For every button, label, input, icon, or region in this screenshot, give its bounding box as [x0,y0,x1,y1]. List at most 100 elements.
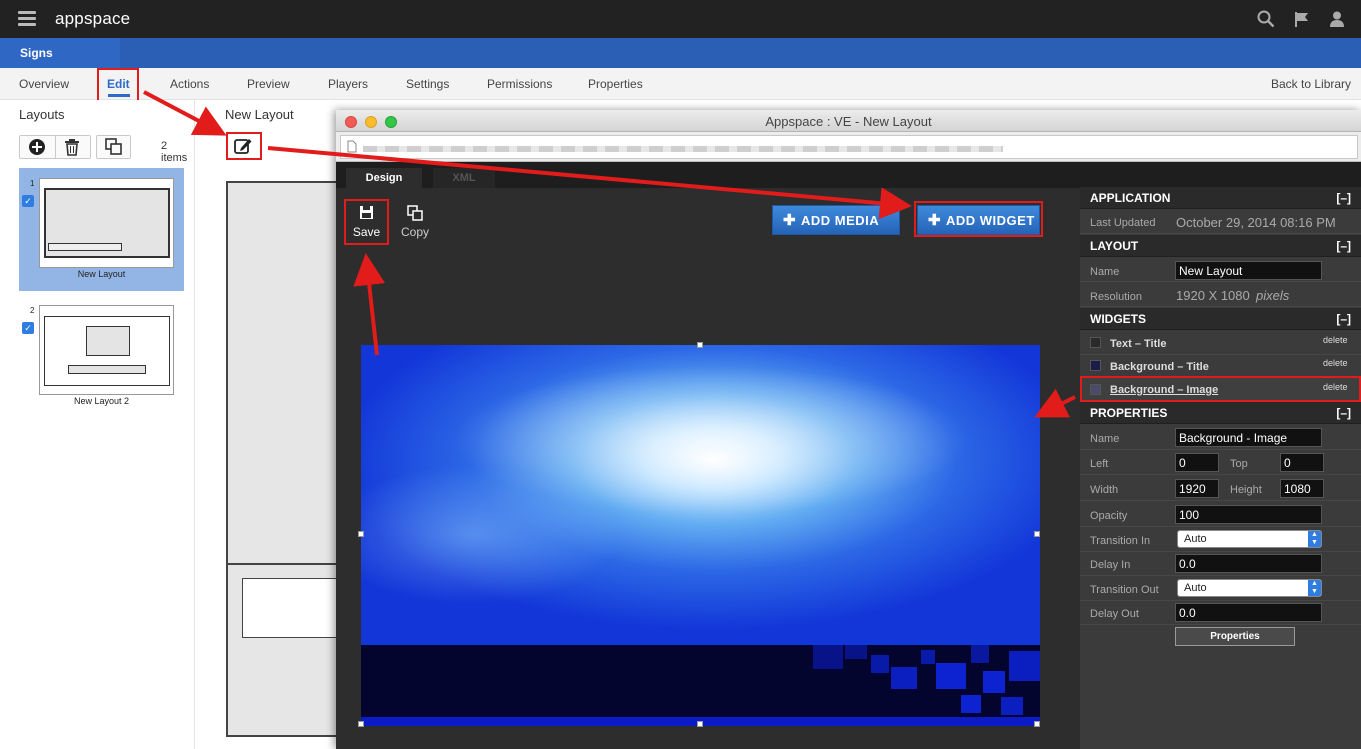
search-icon[interactable] [1257,10,1275,28]
items-count: 2 items [161,140,188,164]
collapse-toggle[interactable]: [–] [1336,239,1351,253]
trash-icon[interactable] [64,138,80,156]
tab-players[interactable]: Players [328,77,368,91]
tab-preview[interactable]: Preview [247,77,290,91]
copy-button[interactable]: Copy [396,201,434,243]
back-to-library-link[interactable]: Back to Library [1271,77,1351,91]
opacity-label: Opacity [1090,510,1128,522]
width-field[interactable]: 1920 [1175,479,1219,498]
widget-row[interactable]: Text – Title delete [1080,332,1361,355]
url-field[interactable] [340,135,1358,159]
delay-in-field[interactable]: 0.0 [1175,554,1322,573]
width-label: Width [1090,484,1119,496]
transition-in-label: Transition In [1090,535,1151,547]
transition-out-label: Transition Out [1090,584,1159,596]
prop-name-label: Name [1090,433,1120,445]
tab-xml[interactable]: XML [433,168,495,188]
left-label: Left [1090,458,1109,470]
add-widget-button[interactable]: ✚ ADD WIDGET [917,205,1040,235]
edit-highlight-box [97,68,139,104]
application-section-header[interactable]: APPLICATION [–] [1080,187,1361,209]
section-bar: Signs [0,38,1361,68]
close-window-button[interactable] [345,116,357,128]
delete-widget-link[interactable]: delete [1323,382,1348,392]
layout-thumbnail[interactable] [39,178,174,268]
add-media-button[interactable]: ✚ ADD MEDIA [772,205,900,235]
delay-out-label: Delay Out [1090,608,1139,620]
prop-name-field[interactable]: Background - Image [1175,428,1322,447]
select-arrows-icon: ▲ ▼ [1308,580,1321,596]
top-field[interactable]: 0 [1280,453,1324,472]
top-label: Top [1230,458,1248,470]
signs-tab[interactable]: Signs [0,38,120,68]
properties-button[interactable]: Properties [1175,627,1295,646]
tab-permissions[interactable]: Permissions [487,77,552,91]
flag-icon[interactable] [1293,10,1311,28]
delay-in-label: Delay In [1090,559,1131,571]
transition-in-select[interactable]: Auto ▲ ▼ [1177,530,1322,548]
widgets-section-header[interactable]: WIDGETS [–] [1080,308,1361,330]
hamburger-menu-icon[interactable] [18,11,36,27]
layout-index: 1 [30,179,35,188]
layout-title: New Layout [225,107,294,122]
add-layout-icon[interactable] [28,138,46,156]
layout-section-header[interactable]: LAYOUT [–] [1080,235,1361,257]
blurred-url [363,146,1003,152]
tab-settings[interactable]: Settings [406,77,449,91]
collapse-toggle[interactable]: [–] [1336,191,1351,205]
edit-icon[interactable] [234,137,253,155]
collapse-toggle[interactable]: [–] [1336,406,1351,420]
minimize-window-button[interactable] [365,116,377,128]
resize-handle[interactable] [1034,721,1040,727]
nav-tabs: Overview Edit Actions Preview Players Se… [0,68,1361,104]
resize-handle[interactable] [1034,531,1040,537]
delete-widget-link[interactable]: delete [1323,358,1348,368]
widget-name[interactable]: Background – Image [1110,384,1218,396]
height-field[interactable]: 1080 [1280,479,1324,498]
layout-checkbox[interactable]: ✓ [22,195,34,207]
widget-row[interactable]: Background – Title delete [1080,355,1361,378]
layout-thumbnail[interactable] [39,305,174,395]
tab-actions[interactable]: Actions [170,77,209,91]
copy-label: Copy [400,225,429,239]
tab-properties[interactable]: Properties [588,77,643,91]
resize-handle[interactable] [697,342,703,348]
properties-section-header[interactable]: PROPERTIES [–] [1080,402,1361,424]
resize-handle[interactable] [358,721,364,727]
resolution-unit: pixels [1256,288,1290,303]
copy-icon [407,205,423,221]
plus-icon: ✚ [783,212,797,229]
background-image-widget[interactable] [361,345,1040,726]
layout-name: New Layout 2 [73,396,130,406]
widget-name[interactable]: Text – Title [1110,338,1166,350]
page-icon [347,140,357,153]
maximize-window-button[interactable] [385,116,397,128]
tab-design[interactable]: Design [346,168,422,188]
layout-checkbox[interactable]: ✓ [22,322,34,334]
widget-name[interactable]: Background – Title [1110,361,1209,373]
layout-name-field[interactable]: New Layout [1175,261,1322,280]
widget-color-swatch [1090,337,1101,348]
transition-out-select[interactable]: Auto ▲ ▼ [1177,579,1322,597]
collapse-toggle[interactable]: [–] [1336,312,1351,326]
save-button[interactable]: Save [346,201,387,243]
plus-icon: ✚ [928,212,942,229]
delete-widget-link[interactable]: delete [1323,335,1348,345]
tab-overview[interactable]: Overview [19,77,69,91]
left-field[interactable]: 0 [1175,453,1219,472]
url-bar [336,132,1361,162]
select-arrows-icon: ▲ ▼ [1308,531,1321,547]
layout-frame [226,181,352,737]
copy-icon[interactable] [105,138,122,155]
properties-panel: APPLICATION [–] Last Updated October 29, 2… [1080,187,1361,749]
resize-handle[interactable] [697,721,703,727]
layouts-panel: Layouts 2 items 1 ✓ New Layout 2 ✓ New L… [0,100,195,749]
opacity-field[interactable]: 100 [1175,505,1322,524]
app-logo: appspace [55,9,131,28]
resize-handle[interactable] [358,531,364,537]
layouts-title: Layouts [19,107,65,122]
user-icon[interactable] [1328,10,1346,28]
toolbar-divider [55,136,56,158]
widget-row-selected[interactable]: Background – Image delete [1080,376,1361,402]
delay-out-field[interactable]: 0.0 [1175,603,1322,622]
